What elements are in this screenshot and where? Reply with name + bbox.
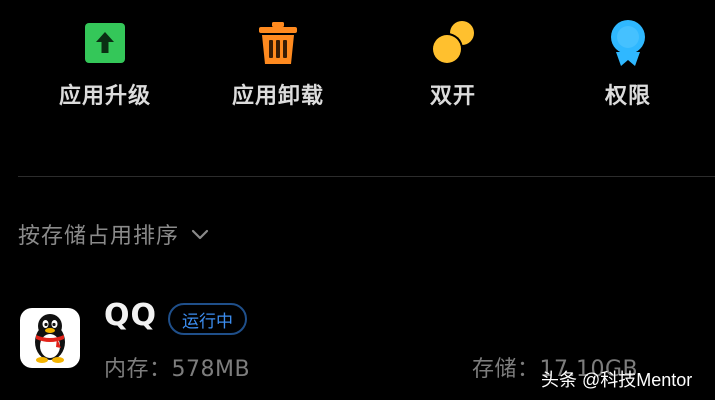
qq-penguin-icon — [20, 308, 80, 368]
app-name: QQ — [104, 298, 158, 333]
sort-label: 按存储占用排序 — [18, 224, 180, 249]
upgrade-arrow-icon — [80, 18, 130, 68]
permissions-button[interactable]: 权限 — [558, 18, 698, 118]
dual-circles-icon — [428, 18, 478, 68]
quick-actions-bar: 应用升级 应用卸载 双开 权限 — [0, 0, 715, 130]
dual-app-label: 双开 — [429, 84, 476, 109]
permissions-label: 权限 — [604, 84, 651, 109]
dual-app-button[interactable]: 双开 — [383, 18, 523, 118]
sort-dropdown[interactable]: 按存储占用排序 — [18, 218, 209, 250]
memory-usage: 内存：578MB — [104, 357, 251, 382]
chevron-down-icon — [191, 225, 209, 243]
app-uninstall-button[interactable]: 应用卸载 — [208, 18, 348, 118]
trash-icon — [253, 18, 303, 68]
section-divider — [18, 176, 715, 177]
app-upgrade-button[interactable]: 应用升级 — [35, 18, 175, 118]
permission-badge-icon — [603, 18, 653, 68]
app-uninstall-label: 应用卸载 — [231, 84, 324, 109]
app-upgrade-label: 应用升级 — [58, 84, 151, 109]
status-badge: 运行中 — [168, 303, 247, 335]
watermark: 头条 @科技Mentor — [541, 370, 693, 390]
